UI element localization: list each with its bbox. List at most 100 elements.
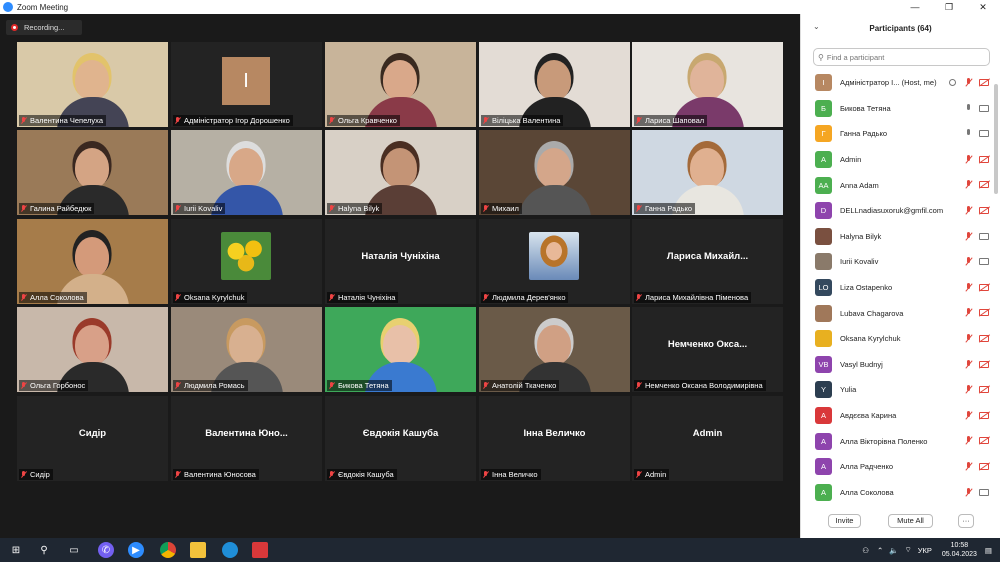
scrollbar[interactable] [994,84,998,194]
participant-tile[interactable]: Немченко Окса... Немченко Оксана Володими… [632,307,783,392]
participant-tile[interactable]: Лариса Михайл... Лариса Михайлівна Пімено… [632,219,783,304]
mic-muted-icon[interactable] [964,461,973,471]
participant-row[interactable]: Halyna Bilyk [801,224,993,250]
camera-off-icon[interactable] [979,155,989,163]
participant-tile[interactable]: Бикова Тетяна [325,307,476,392]
participant-tile[interactable]: Алла Соколова [17,219,168,304]
mic-muted-icon[interactable] [964,257,973,266]
camera-off-icon[interactable] [979,206,989,214]
collapse-chevron-icon[interactable]: ⌄ [813,22,820,31]
camera-off-icon[interactable] [979,462,989,470]
recording-indicator[interactable]: Recording... [6,20,82,35]
mic-muted-icon[interactable] [964,205,973,215]
volume-icon[interactable]: 🔈 [889,546,898,555]
mic-icon[interactable] [964,103,973,113]
tray-chevron-icon[interactable]: ⌃ [877,546,883,555]
participant-tile[interactable]: Валентина Чепелуха [17,42,168,127]
participant-tile[interactable]: Валентина Юно... Валентина Юносова [171,396,322,481]
participant-row[interactable]: Г Ганна Радько [801,121,993,147]
mic-muted-icon[interactable] [964,78,973,87]
participant-tile[interactable]: Віліцька Валентина [479,42,630,127]
participant-row[interactable]: А Алла Радченко [801,454,993,480]
mic-muted-icon[interactable] [964,180,973,189]
file-explorer-icon[interactable] [190,542,206,558]
participant-row[interactable]: AA Anna Adam [801,172,993,198]
viber-icon[interactable]: ✆ [98,542,114,558]
close-button[interactable]: ✕ [966,0,1000,14]
camera-off-icon[interactable] [979,411,989,419]
participant-row[interactable]: LO Liza Ostapenko [801,275,993,301]
participant-tile[interactable]: Анатолій Ткаченко [479,307,630,392]
mic-muted-icon[interactable] [964,487,973,497]
edge-icon[interactable] [222,542,238,558]
participant-row[interactable]: А Алла Соколова [801,480,993,506]
mic-muted-icon[interactable] [964,385,973,394]
participant-tile[interactable]: І Адміністратор Ігор Дорошенко [171,42,322,127]
participant-row[interactable]: Oksana Kyrylchuk [801,326,993,352]
camera-off-icon[interactable] [979,283,989,291]
network-icon[interactable]: ⌔ [905,545,912,555]
mic-muted-icon[interactable] [964,333,973,343]
mute-all-button[interactable]: Mute All [888,514,933,528]
participant-tile[interactable]: Михаил [479,130,630,215]
participant-tile[interactable]: Iurii Kovaliv [171,130,322,215]
invite-button[interactable]: Invite [828,514,861,528]
participant-tile[interactable]: Сидір Сидір [17,396,168,481]
camera-icon[interactable] [979,232,989,240]
windows-start-icon[interactable]: ⊞ [8,542,24,558]
restore-button[interactable]: ❐ [932,0,966,14]
pdf-reader-icon[interactable] [252,542,268,558]
camera-off-icon[interactable] [979,437,989,445]
participant-tile[interactable]: Наталія Чуніхіна Наталія Чуніхіна [325,219,476,304]
notifications-icon[interactable]: ▤ [985,546,992,555]
participant-tile[interactable]: Євдокія Кашуба Євдокія Кашуба [325,396,476,481]
camera-off-icon[interactable] [979,360,989,368]
camera-icon[interactable] [979,130,989,138]
mic-muted-icon[interactable] [964,231,973,241]
camera-icon[interactable] [979,488,989,496]
participant-tile[interactable]: Галина Райбедюк [17,130,168,215]
mic-muted-icon[interactable] [964,436,973,445]
search-icon[interactable]: ⚲ [36,542,52,558]
participant-tile[interactable]: Admin Admin [632,396,783,481]
camera-icon[interactable] [979,104,989,112]
participant-row[interactable]: І Адміністратор І... (Host, me) [801,70,993,96]
clock[interactable]: 10:58 05.04.2023 [942,541,977,559]
camera-off-icon[interactable] [979,334,989,342]
participant-tile[interactable]: Ганна Радько [632,130,783,215]
mic-muted-icon[interactable] [964,282,973,292]
more-options-button[interactable]: ··· [958,514,974,528]
participant-row[interactable]: Y Yulia [801,377,993,403]
minimize-button[interactable]: — [898,0,932,14]
participant-search[interactable]: ⚲ [813,48,990,66]
camera-off-icon[interactable] [979,181,989,189]
participant-tile[interactable]: Ольга Горбонос [17,307,168,392]
participant-row[interactable]: А Алла Вікторівна Поленко [801,428,993,454]
participant-row[interactable]: A Admin [801,147,993,173]
task-view-icon[interactable]: ▭ [66,542,82,558]
participant-tile[interactable]: Halyna Bilyk [325,130,476,215]
participant-tile[interactable]: Людмила Дерев'янко [479,219,630,304]
participant-tile[interactable]: Інна Величко Інна Величко [479,396,630,481]
mic-icon[interactable] [964,129,973,138]
language-indicator[interactable]: УКР [918,546,932,555]
camera-off-icon[interactable] [979,309,989,317]
participant-tile[interactable]: Oksana Kyrylchuk [171,219,322,304]
search-input[interactable] [826,52,977,62]
camera-off-icon[interactable] [979,79,989,86]
participant-row[interactable]: D DELLnadiasuxoruk@gmfil.com [801,198,993,224]
participant-row[interactable]: VB Vasyl Budnyj [801,352,993,378]
people-icon[interactable]: ⚇ [862,546,869,555]
mic-muted-icon[interactable] [964,410,973,420]
camera-off-icon[interactable] [979,386,989,394]
chrome-icon[interactable] [160,542,176,558]
mic-muted-icon[interactable] [964,154,973,164]
camera-icon[interactable] [979,258,989,266]
mic-muted-icon[interactable] [964,359,973,369]
zoom-icon[interactable]: ▶ [128,542,144,558]
participant-row[interactable]: Б Бикова Тетяна [801,96,993,122]
participant-tile[interactable]: Ольга Кравченко [325,42,476,127]
participant-tile[interactable]: Людмила Ромась [171,307,322,392]
participant-tile[interactable]: Лариса Шаповал [632,42,783,127]
mic-muted-icon[interactable] [964,308,973,317]
